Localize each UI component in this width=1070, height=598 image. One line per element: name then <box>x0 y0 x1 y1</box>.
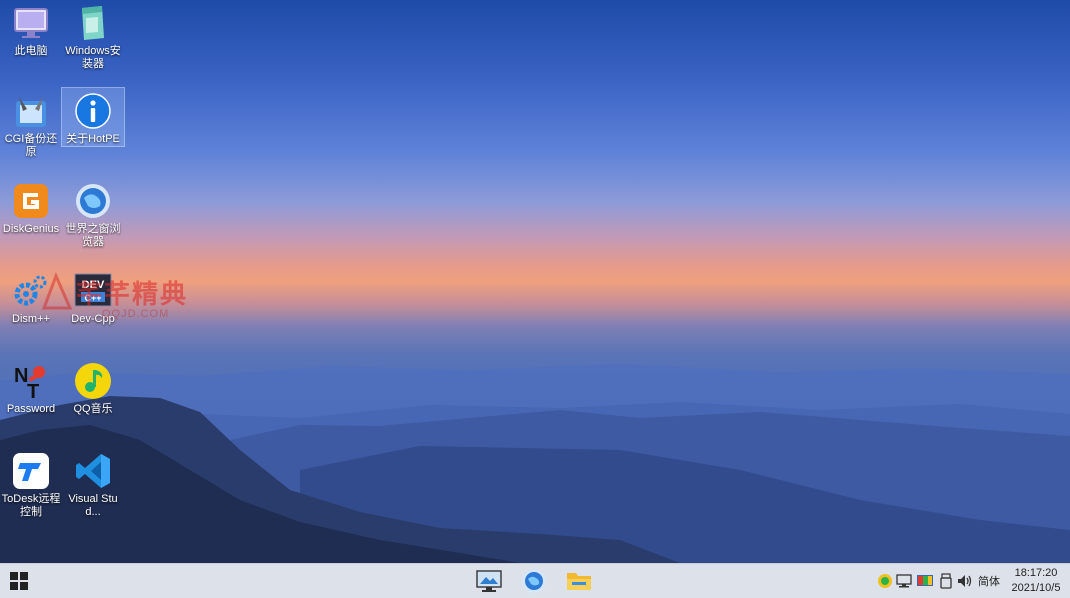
desktop-icon-about-hotpe[interactable]: 关于HotPE <box>61 87 125 147</box>
icon-label: CGI备份还原 <box>4 133 58 158</box>
tray-volume[interactable] <box>956 572 974 590</box>
icon-label: DiskGenius <box>2 223 60 235</box>
clock-date: 2021/10/5 <box>1011 582 1061 594</box>
taskbar-browser[interactable] <box>516 566 552 596</box>
windows-installer-icon <box>73 3 113 43</box>
windows-logo-icon <box>10 572 28 590</box>
icon-label: ToDesk远程控制 <box>1 493 61 518</box>
desktop-icon-windows-installer[interactable]: Windows安装器 <box>62 0 124 88</box>
volume-icon <box>958 575 972 587</box>
desktop-background[interactable]: 此电脑 Windows安装器 CGI备份还原 关于HotPE DiskGeniu… <box>0 0 1070 563</box>
icon-label: Dev-Cpp <box>71 313 115 325</box>
clock[interactable]: 18:17:20 2021/10/5 <box>1006 566 1066 596</box>
tray-usb[interactable] <box>937 572 955 590</box>
clock-time: 18:17:20 <box>1014 567 1058 579</box>
desktop-icon-theworld-browser[interactable]: 世界之窗浏览器 <box>62 178 124 266</box>
computer-icon <box>11 3 51 43</box>
icon-label: QQ音乐 <box>73 403 113 415</box>
info-icon <box>73 91 113 131</box>
taskbar: 简体 18:17:20 2021/10/5 <box>0 563 1070 598</box>
icon-label: 世界之窗浏览器 <box>65 223 121 248</box>
desktop-icon-devcpp[interactable]: DEV C++ Dev-Cpp <box>62 268 124 356</box>
remote-desktop-icon <box>476 570 502 592</box>
password-icon: NT <box>11 361 51 401</box>
diskgenius-icon <box>11 181 51 221</box>
tray-network[interactable] <box>896 572 914 590</box>
globe-browser-icon <box>522 569 546 593</box>
devcpp-icon: DEV C++ <box>73 271 113 311</box>
icon-label: Windows安装器 <box>65 45 121 70</box>
dism-icon <box>11 271 51 311</box>
desktop-icon-cgi-backup[interactable]: CGI备份还原 <box>0 88 62 176</box>
file-explorer-icon <box>567 573 591 590</box>
cgi-backup-icon <box>11 91 51 131</box>
taskbar-file-explorer[interactable] <box>561 566 597 596</box>
desktop-icon-dism[interactable]: Dism++ <box>0 268 62 356</box>
desktop-icon-diskgenius[interactable]: DiskGenius <box>0 178 62 266</box>
icon-label: Visual Stud... <box>68 493 118 518</box>
svg-text:T: T <box>27 381 39 400</box>
icon-label: 关于HotPE <box>66 133 120 145</box>
taskbar-remote-desktop[interactable] <box>471 566 507 596</box>
display-icon <box>917 575 933 586</box>
start-button[interactable] <box>0 564 38 598</box>
theworld-browser-icon <box>73 181 113 221</box>
mountain-landscape <box>0 364 1070 563</box>
icon-label: Dism++ <box>12 313 50 325</box>
svg-text:C++: C++ <box>84 293 101 303</box>
vscode-icon <box>73 451 113 491</box>
tray-shield-status[interactable] <box>876 572 894 590</box>
ime-indicator[interactable]: 简体 <box>978 573 1000 589</box>
network-icon <box>896 574 912 588</box>
desktop-icon-todesk[interactable]: ToDesk远程控制 <box>0 448 62 536</box>
tray-display[interactable] <box>916 572 934 590</box>
desktop-icon-this-pc[interactable]: 此电脑 <box>0 0 62 88</box>
icon-label: Password <box>6 403 56 415</box>
usb-icon <box>940 573 952 589</box>
desktop-icon-visual-studio[interactable]: Visual Stud... <box>62 448 124 536</box>
qqmusic-icon <box>73 361 113 401</box>
desktop-icon-password[interactable]: NT Password <box>0 358 62 446</box>
svg-text:DEV: DEV <box>82 279 105 291</box>
todesk-icon <box>11 451 51 491</box>
shield-status-icon <box>878 574 892 588</box>
icon-label: 此电脑 <box>14 45 48 57</box>
desktop-icon-qqmusic[interactable]: QQ音乐 <box>62 358 124 446</box>
